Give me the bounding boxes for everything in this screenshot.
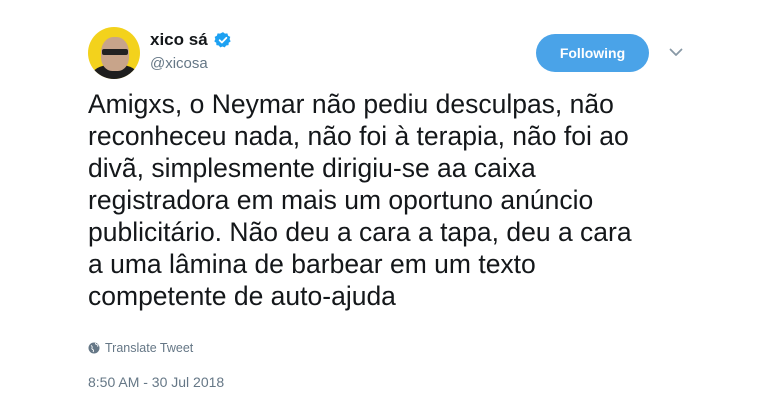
tweet-text: Amigxs, o Neymar não pediu desculpas, nã… [88, 89, 632, 311]
author-name-row[interactable]: xico sá [150, 30, 232, 50]
translate-tweet-link[interactable]: Translate Tweet [88, 341, 193, 355]
tweet-card: xico sá @xicosa Following Amigxs, o Neym… [0, 0, 768, 401]
more-options-button[interactable] [666, 44, 686, 62]
display-name[interactable]: xico sá [150, 30, 208, 50]
following-button[interactable]: Following [536, 34, 649, 72]
chevron-down-icon [669, 44, 683, 62]
author-handle[interactable]: @xicosa [150, 55, 208, 72]
verified-badge-icon [213, 31, 232, 49]
globe-icon [88, 342, 100, 354]
avatar[interactable] [88, 27, 140, 79]
translate-label: Translate Tweet [105, 341, 194, 355]
tweet-timestamp[interactable]: 8:50 AM - 30 Jul 2018 [88, 374, 224, 390]
